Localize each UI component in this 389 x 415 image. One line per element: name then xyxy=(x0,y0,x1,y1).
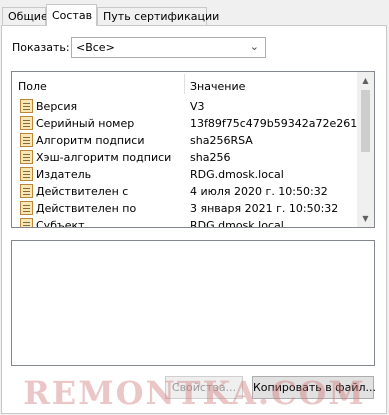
table-row[interactable]: Субъект RDG.dmosk.local xyxy=(12,217,356,228)
column-header-value[interactable]: Значение xyxy=(190,80,245,93)
chevron-down-icon: ⌄ xyxy=(249,40,259,53)
field-detail-box[interactable] xyxy=(11,240,375,366)
field-value: sha256RSA xyxy=(190,134,253,147)
properties-button[interactable]: Свойства... xyxy=(165,376,243,399)
field-value: sha256 xyxy=(190,151,231,164)
grid-vertical-scrollbar[interactable]: ▲ ▼ xyxy=(357,72,374,227)
field-name: Субъект xyxy=(36,219,85,228)
field-value: V3 xyxy=(190,100,205,113)
column-separator xyxy=(184,74,185,94)
table-row[interactable]: Алгоритм подписи sha256RSA xyxy=(12,132,356,149)
field-name: Действителен по xyxy=(36,202,137,215)
copy-to-file-button[interactable]: Копировать в файл... xyxy=(252,376,376,399)
field-value: 3 января 2021 г. 10:50:32 xyxy=(190,202,339,215)
show-select-value: <Все> xyxy=(76,41,115,54)
table-row[interactable]: Версия V3 xyxy=(12,98,356,115)
scroll-down-icon[interactable]: ▼ xyxy=(357,210,374,227)
table-row[interactable]: Издатель RDG.dmosk.local xyxy=(12,166,356,183)
table-row[interactable]: Хэш-алгоритм подписи sha256 xyxy=(12,149,356,166)
tab-strip: Общие Путь сертификации Состав xyxy=(2,4,387,26)
field-value: 4 июля 2020 г. 10:50:32 xyxy=(190,185,328,198)
certificate-field-icon xyxy=(20,184,33,198)
tab-general[interactable]: Общие xyxy=(2,7,48,25)
certificate-field-icon xyxy=(20,116,33,130)
certificate-field-icon xyxy=(20,99,33,113)
scrollbar-thumb[interactable] xyxy=(361,90,370,152)
field-name: Серийный номер xyxy=(36,117,135,130)
field-value: RDG.dmosk.local xyxy=(190,219,284,228)
field-name: Версия xyxy=(36,100,78,113)
table-row[interactable]: Действителен с 4 июля 2020 г. 10:50:32 xyxy=(12,183,356,200)
tab-certification-path[interactable]: Путь сертификации xyxy=(97,7,219,25)
tab-details[interactable]: Состав xyxy=(46,4,97,26)
fields-grid: Поле Значение Версия V3 Серийный номер 1… xyxy=(11,71,375,228)
field-name: Действителен с xyxy=(36,185,129,198)
table-row[interactable]: Действителен по 3 января 2021 г. 10:50:3… xyxy=(12,200,356,217)
certificate-field-icon xyxy=(20,133,33,147)
table-row[interactable]: Серийный номер 13f89f75c479b59342a72e261… xyxy=(12,115,368,132)
field-name: Алгоритм подписи xyxy=(36,134,145,147)
field-value: RDG.dmosk.local xyxy=(190,168,284,181)
grid-header: Поле Значение xyxy=(12,72,356,96)
field-name: Хэш-алгоритм подписи xyxy=(36,151,172,164)
certificate-field-icon xyxy=(20,201,33,215)
field-name: Издатель xyxy=(36,168,92,181)
field-value: 13f89f75c479b59342a72e261... xyxy=(190,117,368,130)
certificate-field-icon xyxy=(20,218,33,227)
certificate-field-icon xyxy=(20,150,33,164)
certificate-field-icon xyxy=(20,167,33,181)
show-label: Показать: xyxy=(12,41,70,54)
scroll-up-icon[interactable]: ▲ xyxy=(357,72,374,89)
column-header-field[interactable]: Поле xyxy=(18,80,47,93)
show-select[interactable]: <Все> ⌄ xyxy=(71,37,266,58)
